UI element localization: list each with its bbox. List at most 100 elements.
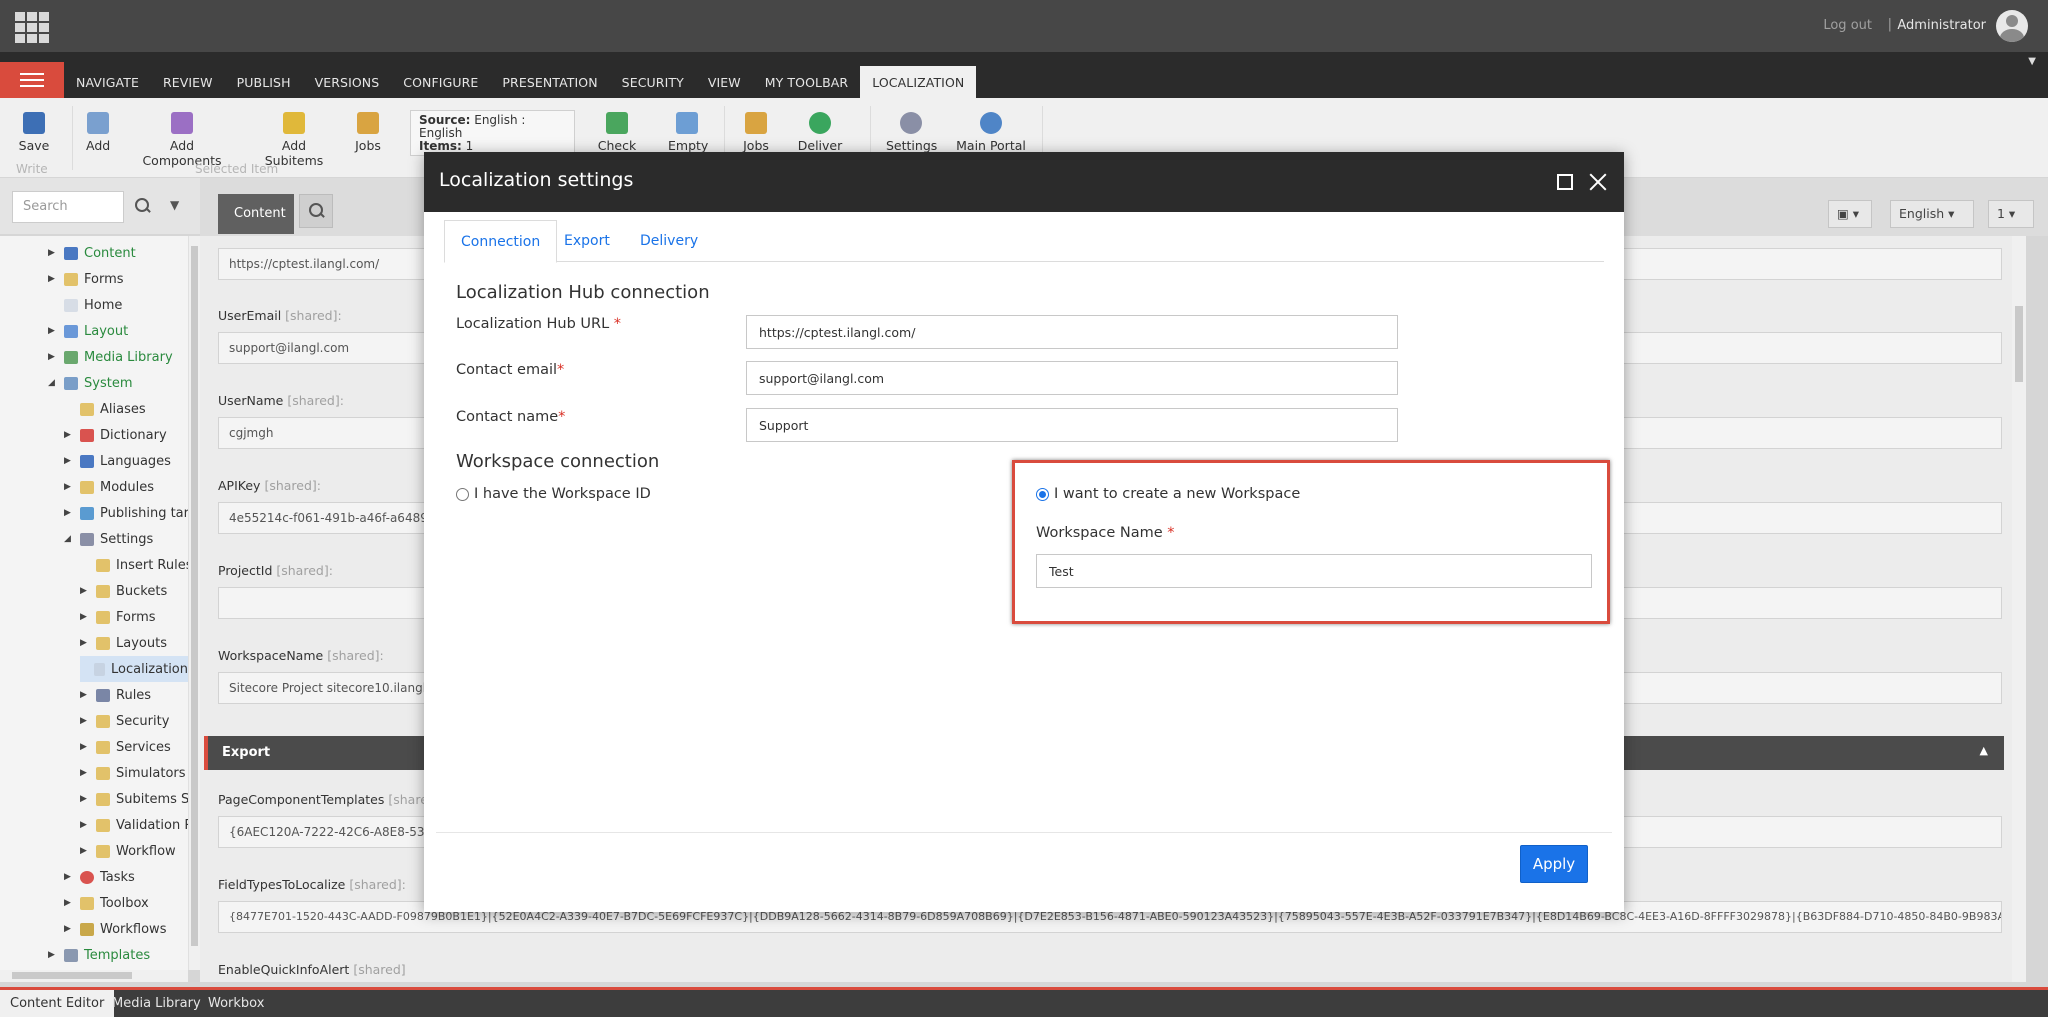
app-launcher-icon[interactable] bbox=[15, 12, 49, 43]
tree-item[interactable]: ▶ Workflows bbox=[64, 916, 166, 942]
radio-create-new-workspace-label[interactable]: I want to create a new Workspace bbox=[1054, 486, 1300, 502]
ribbon-tab-review[interactable]: REVIEW bbox=[151, 66, 225, 98]
tree-item[interactable]: ▶ Buckets bbox=[80, 578, 167, 604]
expand-arrow-icon[interactable]: ▶ bbox=[64, 872, 74, 882]
ribbon-tab-publish[interactable]: PUBLISH bbox=[225, 66, 303, 98]
ribbon-tab-navigate[interactable]: NAVIGATE bbox=[64, 66, 151, 98]
close-icon[interactable] bbox=[1588, 172, 1608, 192]
tree-item[interactable]: ▶ Publishing targ bbox=[64, 500, 188, 526]
tree-item[interactable]: ▶ Workflow bbox=[80, 838, 176, 864]
expand-arrow-icon[interactable]: ▶ bbox=[80, 768, 90, 778]
add-components-button[interactable]: Add Components bbox=[132, 112, 232, 168]
expand-arrow-icon[interactable]: ▶ bbox=[80, 690, 90, 700]
search-icon[interactable] bbox=[135, 198, 151, 214]
bottom-tab-content-editor[interactable]: Content Editor bbox=[0, 990, 115, 1017]
expand-arrow-icon[interactable]: ▶ bbox=[64, 898, 74, 908]
tree-vertical-scrollbar[interactable] bbox=[188, 236, 200, 970]
hub-url-input[interactable]: https://cptest.ilangl.com/ bbox=[746, 315, 1398, 349]
bottom-tab-workbox[interactable]: Workbox bbox=[208, 996, 264, 1011]
sort-dropdown[interactable]: ▣ ▾ bbox=[1828, 200, 1872, 228]
version-dropdown[interactable]: 1 ▾ bbox=[1988, 200, 2034, 228]
radio-have-workspace-id[interactable] bbox=[456, 488, 469, 501]
expand-arrow-icon[interactable]: ▶ bbox=[80, 742, 90, 752]
expand-arrow-icon[interactable]: ▶ bbox=[48, 248, 58, 258]
tree-item[interactable]: ▶ Layout bbox=[48, 318, 128, 344]
expand-arrow-icon[interactable]: ▶ bbox=[48, 352, 58, 362]
main-portal-button[interactable]: Main Portal bbox=[956, 112, 1026, 153]
expand-arrow-icon[interactable]: ▶ bbox=[48, 326, 58, 336]
ribbon-tab-configure[interactable]: CONFIGURE bbox=[391, 66, 490, 98]
expand-arrow-icon[interactable]: ▶ bbox=[48, 274, 58, 284]
tree-item[interactable]: ◢ Settings bbox=[64, 526, 153, 552]
logout-link[interactable]: Log out bbox=[1823, 18, 1872, 33]
tree-item[interactable]: ▶ Layouts bbox=[80, 630, 167, 656]
tree-item[interactable]: ▶ Languages bbox=[64, 448, 171, 474]
ribbon-tab-my-toolbar[interactable]: MY TOOLBAR bbox=[753, 66, 860, 98]
bottom-tab-media-library[interactable]: Media Library bbox=[112, 996, 201, 1011]
expand-arrow-icon[interactable]: ▶ bbox=[80, 586, 90, 596]
tree-item[interactable]: ▶ Modules bbox=[64, 474, 154, 500]
collapse-arrow-icon[interactable]: ◢ bbox=[64, 534, 74, 544]
tree-item[interactable]: Aliases bbox=[64, 396, 146, 422]
search-options-chevron-icon[interactable]: ▼ bbox=[170, 198, 179, 212]
ribbon-tab-security[interactable]: SECURITY bbox=[610, 66, 696, 98]
expand-arrow-icon[interactable]: ▶ bbox=[64, 430, 74, 440]
expand-arrow-icon[interactable]: ▶ bbox=[64, 456, 74, 466]
add-button[interactable]: Add bbox=[86, 112, 110, 153]
workspace-name-input[interactable]: Test bbox=[1036, 554, 1592, 588]
ribbon-tab-localization[interactable]: LOCALIZATION bbox=[860, 66, 977, 98]
contact-email-input[interactable]: support@ilangl.com bbox=[746, 361, 1398, 395]
tree-item[interactable]: ◢ System bbox=[48, 370, 132, 396]
localization-jobs-button[interactable]: Jobs bbox=[742, 112, 770, 153]
expand-arrow-icon[interactable]: ▶ bbox=[80, 846, 90, 856]
tree-item[interactable]: ▶ Forms bbox=[80, 604, 156, 630]
tree-item[interactable]: ▶ Security bbox=[80, 708, 169, 734]
empty-button[interactable]: Empty bbox=[668, 112, 708, 153]
tree-item[interactable]: ▶ Media Library bbox=[48, 344, 173, 370]
tree-item[interactable]: ▶ Templates bbox=[48, 942, 150, 968]
tree-item[interactable]: ▶ Content bbox=[48, 240, 136, 266]
expand-arrow-icon[interactable]: ▶ bbox=[64, 924, 74, 934]
tree-item[interactable]: ▶ Services bbox=[80, 734, 171, 760]
collapse-arrow-icon[interactable]: ◢ bbox=[48, 378, 58, 388]
expand-arrow-icon[interactable]: ▶ bbox=[80, 716, 90, 726]
tree-item[interactable]: ▶ Rules bbox=[80, 682, 151, 708]
expand-arrow-icon[interactable]: ▶ bbox=[80, 794, 90, 804]
tree-item[interactable]: ▶Subitems Sc bbox=[80, 786, 188, 812]
radio-have-workspace-id-label[interactable]: I have the Workspace ID bbox=[474, 486, 651, 502]
tree-item[interactable]: Home bbox=[48, 292, 122, 318]
user-name[interactable]: Administrator bbox=[1897, 18, 1986, 33]
ribbon-tab-presentation[interactable]: PRESENTATION bbox=[490, 66, 609, 98]
expand-arrow-icon[interactable]: ▶ bbox=[48, 950, 58, 960]
tree-item-selected[interactable]: Localization bbox=[80, 656, 188, 682]
save-button[interactable]: Save bbox=[18, 112, 50, 153]
tab-delivery[interactable]: Delivery bbox=[624, 220, 714, 262]
settings-button[interactable]: Settings bbox=[886, 112, 937, 153]
tree-item[interactable]: ▶ Dictionary bbox=[64, 422, 167, 448]
apply-button[interactable]: Apply bbox=[1520, 845, 1588, 883]
tab-export[interactable]: Export bbox=[548, 220, 626, 262]
chevron-up-icon[interactable]: ▲ bbox=[1980, 744, 1988, 757]
tree-item[interactable]: Insert Rules bbox=[80, 552, 188, 578]
expand-arrow-icon[interactable]: ▶ bbox=[80, 612, 90, 622]
content-vertical-scrollbar[interactable] bbox=[2012, 236, 2026, 982]
collapse-chevron-icon[interactable]: ▼ bbox=[2028, 56, 2036, 67]
add-subitems-button[interactable]: Add Subitems bbox=[252, 112, 336, 168]
tree-item[interactable]: ▶ Simulators bbox=[80, 760, 186, 786]
search-input[interactable]: Search bbox=[12, 191, 124, 223]
ribbon-tab-versions[interactable]: VERSIONS bbox=[303, 66, 392, 98]
content-search-button[interactable] bbox=[299, 194, 333, 228]
tree-item[interactable]: ▶ Tasks bbox=[64, 864, 135, 890]
maximize-icon[interactable] bbox=[1557, 174, 1573, 190]
jobs-button[interactable]: Jobs bbox=[354, 112, 382, 153]
tree-item[interactable]: ▶ Forms bbox=[48, 266, 124, 292]
expand-arrow-icon[interactable]: ▶ bbox=[64, 482, 74, 492]
expand-arrow-icon[interactable]: ▶ bbox=[80, 638, 90, 648]
ribbon-tab-view[interactable]: VIEW bbox=[696, 66, 753, 98]
tab-connection[interactable]: Connection bbox=[444, 220, 558, 263]
contact-name-input[interactable]: Support bbox=[746, 408, 1398, 442]
menu-icon[interactable] bbox=[0, 62, 64, 98]
expand-arrow-icon[interactable]: ▶ bbox=[80, 820, 90, 830]
avatar[interactable] bbox=[1996, 10, 2028, 42]
tab-content[interactable]: Content bbox=[218, 194, 294, 234]
